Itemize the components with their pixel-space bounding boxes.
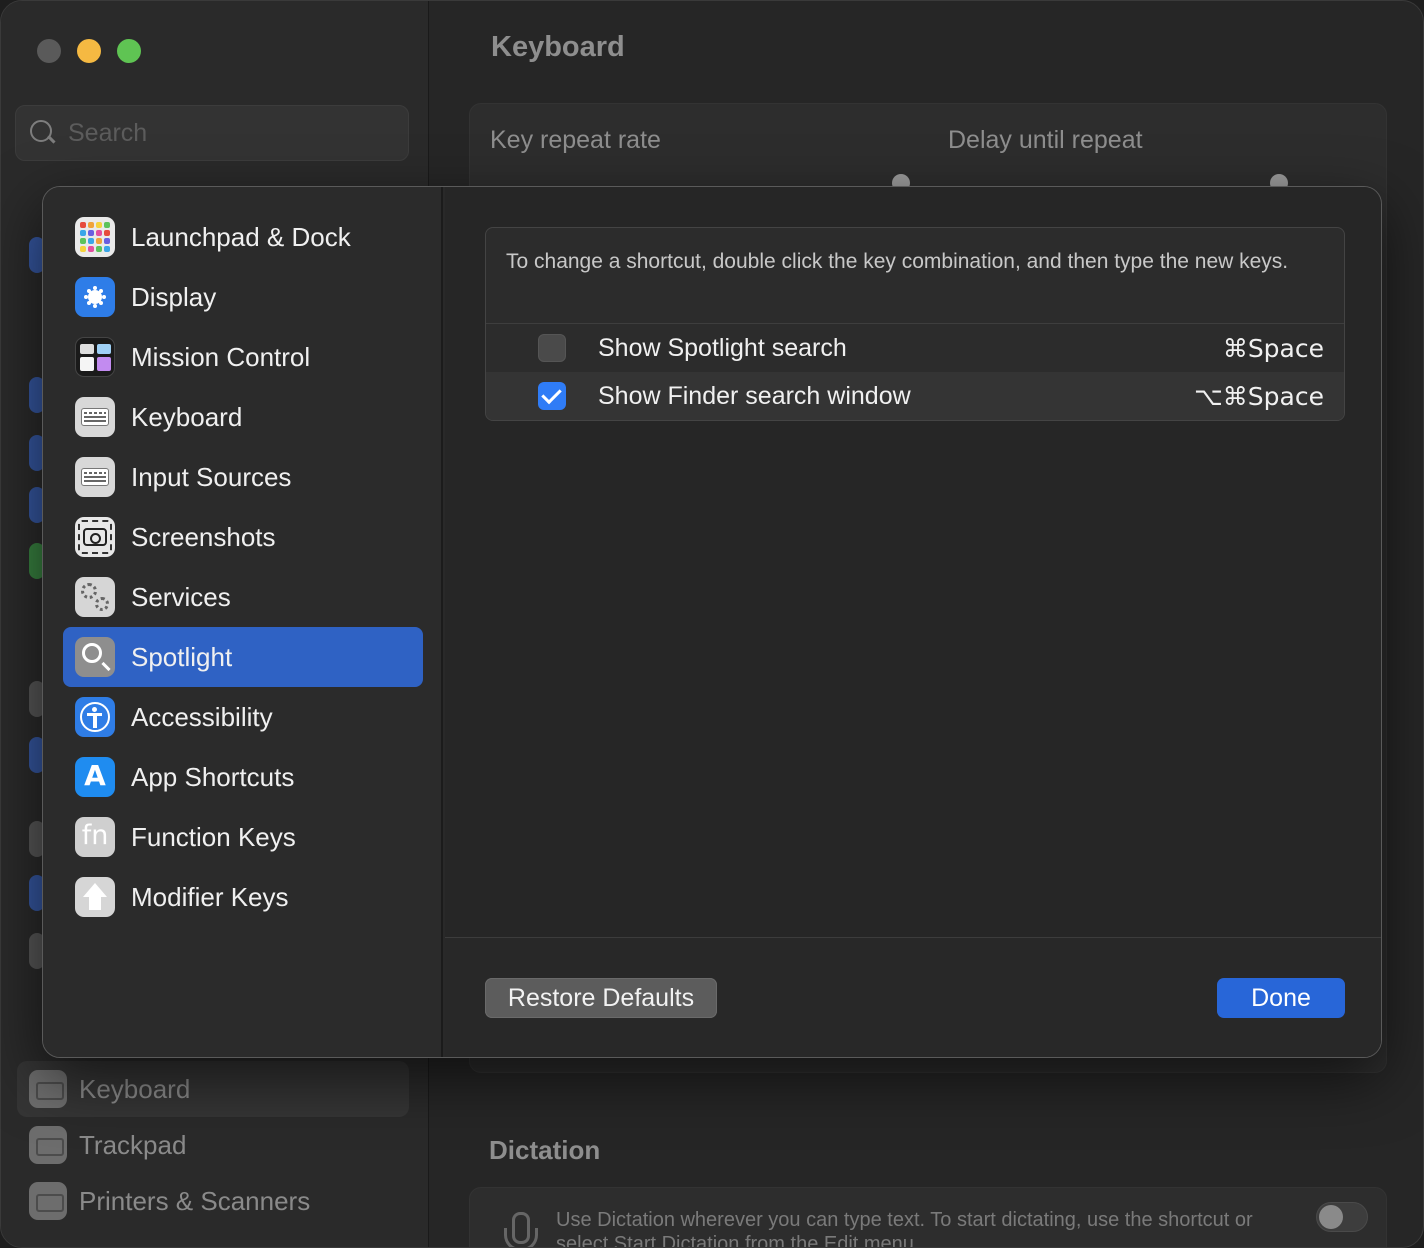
- category-services[interactable]: Services: [63, 567, 423, 627]
- fn-icon: fn: [75, 817, 115, 857]
- category-keyboard[interactable]: Keyboard: [63, 387, 423, 447]
- category-input-sources[interactable]: Input Sources: [63, 447, 423, 507]
- sidebar-item-label: Keyboard: [79, 1073, 191, 1104]
- sidebar-item-keyboard[interactable]: Keyboard: [17, 1061, 409, 1117]
- category-screenshots[interactable]: Screenshots: [63, 507, 423, 567]
- trackpad-icon: [29, 1126, 67, 1164]
- keyboard-icon: [29, 1070, 67, 1108]
- shortcut-name: Show Spotlight search: [598, 333, 847, 362]
- dictation-description: Use Dictation wherever you can type text…: [556, 1209, 1253, 1248]
- window-controls: [37, 39, 141, 63]
- keyboard-shortcuts-sheet: Launchpad & Dock Display Mission Control…: [42, 186, 1382, 1058]
- finder-search-window-checkbox[interactable]: [538, 382, 566, 410]
- launchpad-icon: [75, 217, 115, 257]
- keyboard-icon: [75, 457, 115, 497]
- category-label: App Shortcuts: [131, 761, 295, 792]
- dictation-card: Use Dictation wherever you can type text…: [469, 1187, 1387, 1248]
- shortcut-row-finder-search-window[interactable]: Show Finder search window ⌥⌘Space: [486, 372, 1344, 420]
- category-accessibility[interactable]: Accessibility: [63, 687, 423, 747]
- dictation-heading: Dictation: [489, 1135, 601, 1165]
- sidebar-item-label: Trackpad: [79, 1129, 187, 1160]
- category-label: Services: [131, 581, 231, 612]
- display-icon: [75, 277, 115, 317]
- category-label: Accessibility: [131, 701, 273, 732]
- zoom-window-button[interactable]: [117, 39, 141, 63]
- category-modifier-keys[interactable]: Modifier Keys: [63, 867, 423, 927]
- sidebar-search: [15, 105, 409, 161]
- mission-control-icon: [75, 337, 115, 377]
- sidebar-item-trackpad[interactable]: Trackpad: [17, 1117, 409, 1173]
- shortcut-table: To change a shortcut, double click the k…: [485, 227, 1345, 421]
- key-repeat-label: Key repeat rate: [490, 126, 661, 154]
- search-input[interactable]: [68, 118, 368, 148]
- page-title: Keyboard: [491, 31, 625, 63]
- sidebar-list: Keyboard Trackpad Printers & Scanners: [17, 1061, 409, 1229]
- spotlight-search-checkbox[interactable]: [538, 334, 566, 362]
- category-label: Keyboard: [131, 401, 243, 432]
- category-label: Spotlight: [131, 641, 233, 672]
- screenshot-icon: [75, 517, 115, 557]
- category-label: Screenshots: [131, 521, 276, 552]
- microphone-icon: [494, 1212, 538, 1247]
- restore-defaults-button[interactable]: Restore Defaults: [485, 978, 717, 1018]
- category-mission-control[interactable]: Mission Control: [63, 327, 423, 387]
- category-display[interactable]: Display: [63, 267, 423, 327]
- category-label: Mission Control: [131, 341, 311, 372]
- category-label: Modifier Keys: [131, 881, 289, 912]
- shortcut-keys[interactable]: ⌥⌘Space: [1194, 382, 1324, 411]
- category-label: Display: [131, 281, 217, 312]
- shortcut-category-list: Launchpad & Dock Display Mission Control…: [63, 207, 423, 927]
- category-function-keys[interactable]: fn Function Keys: [63, 807, 423, 867]
- shortcut-keys[interactable]: ⌘Space: [1223, 334, 1324, 363]
- category-app-shortcuts[interactable]: A App Shortcuts: [63, 747, 423, 807]
- category-label: Input Sources: [131, 461, 292, 492]
- search-icon: [28, 118, 58, 148]
- shortcut-detail-pane: To change a shortcut, double click the k…: [445, 187, 1381, 1057]
- spotlight-icon: [75, 637, 115, 677]
- category-spotlight[interactable]: Spotlight: [63, 627, 423, 687]
- sheet-footer: Restore Defaults Done: [445, 937, 1381, 1057]
- shortcut-row-spotlight-search[interactable]: Show Spotlight search ⌘Space: [486, 324, 1344, 372]
- printer-icon: [29, 1182, 67, 1220]
- shortcut-categories-sidebar: Launchpad & Dock Display Mission Control…: [43, 187, 443, 1057]
- category-launchpad-dock[interactable]: Launchpad & Dock: [63, 207, 423, 267]
- app-store-icon: A: [75, 757, 115, 797]
- modifier-arrow-icon: [75, 877, 115, 917]
- keyboard-icon: [75, 397, 115, 437]
- category-label: Launchpad & Dock: [131, 221, 351, 252]
- shortcut-hint: To change a shortcut, double click the k…: [486, 228, 1344, 324]
- shortcut-name: Show Finder search window: [598, 381, 911, 410]
- dictation-toggle[interactable]: [1316, 1202, 1368, 1232]
- gears-icon: [75, 577, 115, 617]
- minimize-window-button[interactable]: [77, 39, 101, 63]
- delay-until-repeat-label: Delay until repeat: [948, 126, 1143, 154]
- accessibility-icon: [75, 697, 115, 737]
- sidebar-item-label: Printers & Scanners: [79, 1185, 311, 1216]
- sidebar-item-printers-scanners[interactable]: Printers & Scanners: [17, 1173, 409, 1229]
- category-label: Function Keys: [131, 821, 296, 852]
- close-window-button[interactable]: [37, 39, 61, 63]
- done-button[interactable]: Done: [1217, 978, 1345, 1018]
